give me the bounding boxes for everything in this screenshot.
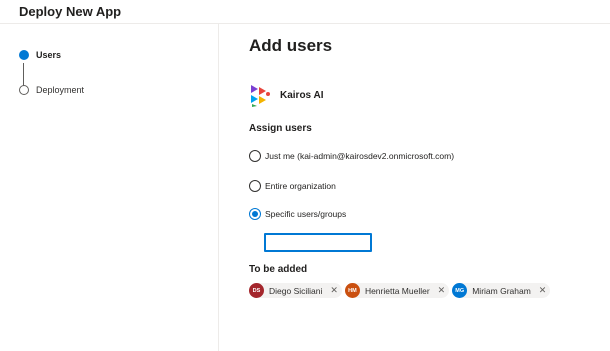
radio-circle-icon	[249, 150, 261, 162]
step-active-dot-icon	[19, 50, 29, 60]
step-deployment-label: Deployment	[36, 85, 85, 95]
radio-circle-icon	[249, 180, 261, 192]
page-header-title: Deploy New App	[19, 4, 122, 19]
avatar: HM	[344, 283, 360, 298]
avatar: MG	[452, 283, 468, 298]
app-identity: Kairos AI	[249, 83, 324, 107]
user-chip: MG Miriam Graham ✕	[452, 283, 551, 298]
avatar: DS	[249, 283, 264, 298]
assign-users-heading: Assign users	[249, 123, 312, 134]
radio-just-me-label: Just me (kai-admin@kairosdev2.onmicrosof…	[265, 151, 455, 161]
radio-checked-icon	[249, 208, 261, 220]
radio-just-me[interactable]: Just me (kai-admin@kairosdev2.onmicrosof…	[249, 150, 454, 162]
step-users[interactable]: Users	[19, 50, 61, 60]
user-chip: DS Diego Siciliani ✕	[249, 283, 342, 298]
user-chip-name: Diego Siciliani	[269, 285, 323, 296]
radio-specific-users-groups[interactable]: Specific users/groups	[249, 208, 346, 220]
remove-user-icon[interactable]: ✕	[330, 286, 338, 295]
radio-specific-users-groups-label: Specific users/groups	[265, 209, 347, 219]
step-inactive-dot-icon	[19, 85, 29, 95]
step-users-label: Users	[36, 50, 62, 60]
radio-entire-organization[interactable]: Entire organization	[249, 180, 336, 192]
user-chip-name: Henrietta Mueller	[364, 285, 430, 296]
app-name: Kairos AI	[280, 89, 324, 101]
radio-entire-organization-label: Entire organization	[265, 181, 336, 191]
kairos-logo-icon	[251, 85, 270, 107]
step-connector-line	[23, 63, 24, 87]
user-search-input[interactable]	[264, 233, 372, 252]
user-chip-name: Miriam Graham	[472, 285, 531, 296]
wizard-steps: Users Deployment	[0, 24, 219, 351]
to-be-added-heading: To be added	[249, 264, 308, 275]
header-bar: Deploy New App	[0, 0, 610, 24]
remove-user-icon[interactable]: ✕	[539, 286, 547, 295]
selected-users-list: DS Diego Siciliani ✕ HM Henrietta Muelle…	[249, 283, 553, 298]
step-deployment[interactable]: Deployment	[19, 85, 84, 95]
user-chip: HM Henrietta Mueller ✕	[344, 283, 450, 298]
remove-user-icon[interactable]: ✕	[438, 286, 446, 295]
page-title: Add users	[249, 36, 333, 55]
